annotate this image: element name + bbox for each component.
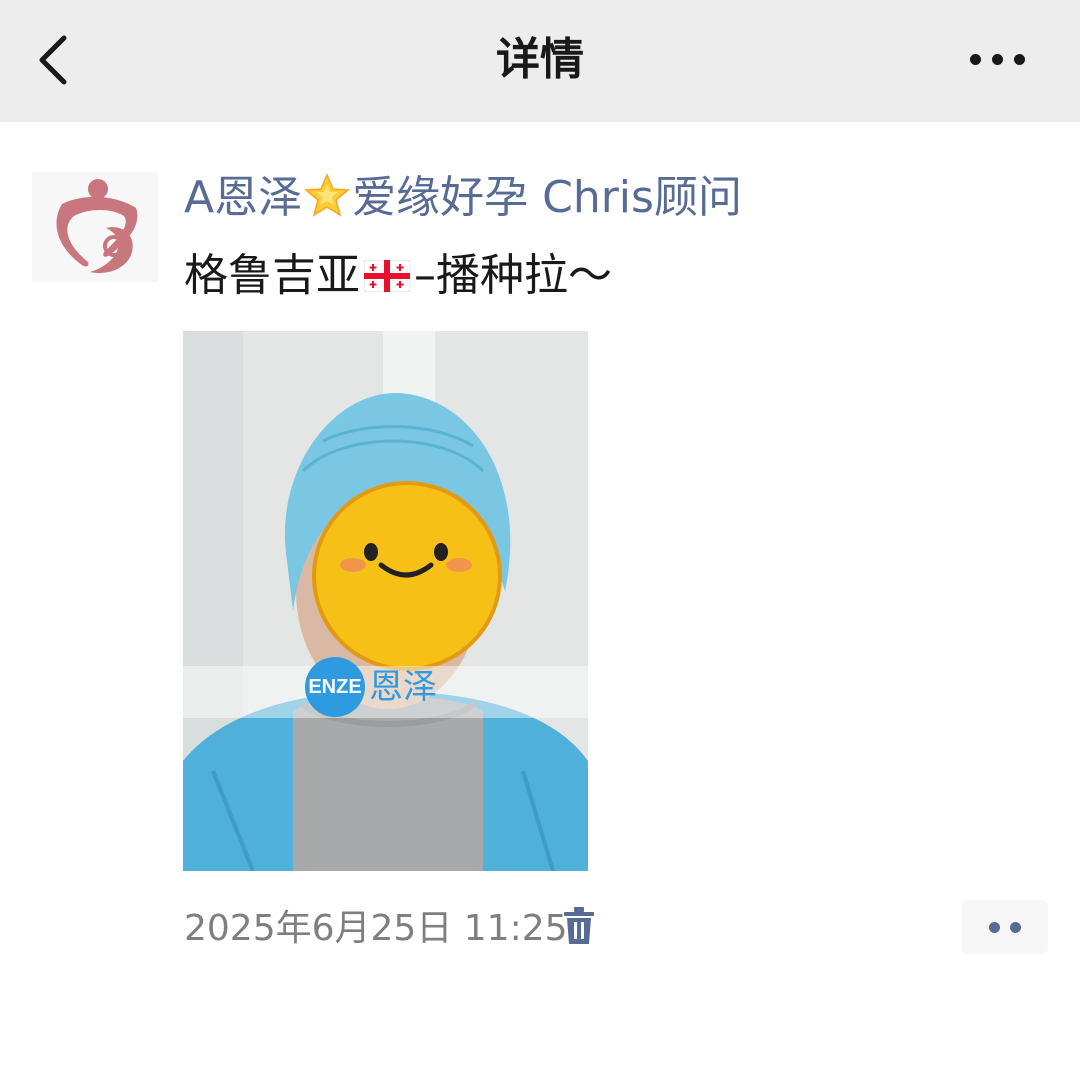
action-dot (989, 922, 1000, 933)
georgia-flag-icon (364, 260, 410, 292)
mother-child-logo-icon (56, 179, 138, 274)
author-name[interactable]: A恩泽 爱缘好孕 Chris顾问 (184, 168, 742, 228)
action-dot (1010, 922, 1021, 933)
more-dot (970, 54, 981, 65)
more-dot (1014, 54, 1025, 65)
post-text-part: 格鲁吉亚 (184, 250, 360, 301)
post-timestamp: 2025年6月25日 11:25 (184, 908, 568, 949)
avatar[interactable] (32, 172, 158, 282)
trash-icon (564, 907, 594, 944)
post-text-part: –播种拉～ (414, 250, 612, 301)
like-comment-button[interactable] (962, 900, 1048, 954)
photo-scene (183, 331, 588, 871)
glowing-star-icon (304, 173, 351, 217)
watermark-logo: ENZE (305, 657, 365, 717)
author-name-suffix: 爱缘好孕 Chris顾问 (352, 172, 742, 223)
delete-button[interactable] (562, 906, 596, 946)
post-image[interactable]: ENZE 恩泽 (183, 331, 588, 871)
more-button[interactable] (970, 40, 1040, 80)
author-name-prefix: A恩泽 (184, 172, 303, 223)
page-title: 详情 (496, 34, 584, 85)
top-nav-bar: 详情 (0, 0, 1080, 122)
post-content: 格鲁吉亚 –播种拉～ (184, 246, 612, 306)
more-dot (992, 54, 1003, 65)
watermark-text: 恩泽 (369, 667, 437, 707)
